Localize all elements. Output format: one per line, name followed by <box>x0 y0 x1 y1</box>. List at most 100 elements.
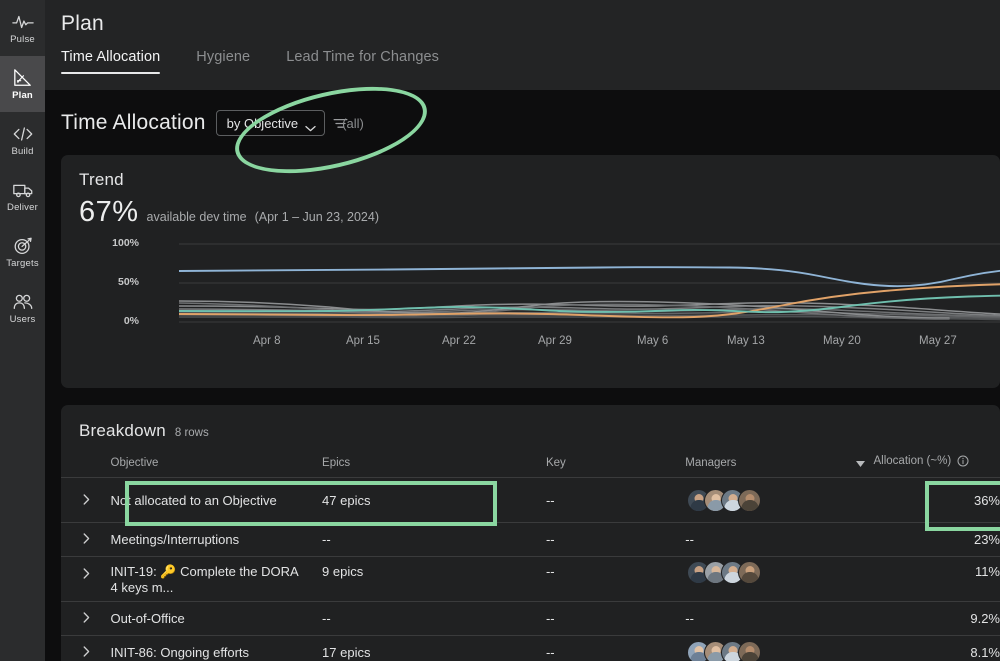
row-expander[interactable] <box>61 477 111 523</box>
sidebar-item-plan[interactable]: Plan <box>0 56 45 112</box>
cell-epics: 9 epics <box>322 556 546 602</box>
x-tick-2: Apr 22 <box>442 335 476 347</box>
cell-managers <box>685 635 856 661</box>
cell-managers <box>685 556 856 602</box>
avatar-group <box>685 561 855 584</box>
table-row[interactable]: INIT-86: Ongoing efforts 17 epics -- 8.1 <box>61 635 1000 661</box>
cell-objective: Out-of-Office <box>110 601 323 636</box>
sidebar-item-pulse[interactable]: Pulse <box>0 0 45 56</box>
y-tick-100: 100% <box>112 237 139 249</box>
sidebar-label-plan: Plan <box>12 89 33 101</box>
avatar <box>738 488 762 512</box>
trend-percent: 67% <box>79 196 139 228</box>
x-tick-6: May 20 <box>823 335 861 347</box>
table-header: Objective Epics Key Managers Allocation … <box>61 455 1000 478</box>
cell-key: -- <box>545 477 686 523</box>
trend-chart: 100% 50% 0% Apr 8 Apr 15 Apr 22 Apr 29 M… <box>61 237 1000 363</box>
x-tick-3: Apr 29 <box>538 335 572 347</box>
users-icon <box>12 292 34 312</box>
trend-subtitle: available dev time <box>146 210 247 224</box>
chevron-right-icon <box>83 493 90 505</box>
cell-epics: 17 epics <box>322 635 546 661</box>
sidebar-item-users[interactable]: Users <box>0 280 45 336</box>
info-icon[interactable] <box>957 455 969 467</box>
sidebar-label-users: Users <box>9 313 36 325</box>
cell-allocation: 23% <box>855 522 1000 557</box>
cell-allocation: 9.2% <box>855 601 1000 636</box>
table-row[interactable]: Meetings/Interruptions -- -- -- 23% <box>61 522 1000 557</box>
filter-control[interactable]: (all) <box>333 116 364 131</box>
table-row[interactable]: Out-of-Office -- -- -- 9.2% <box>61 601 1000 636</box>
page-header: Plan Time Allocation Hygiene Lead Time f… <box>45 0 1000 90</box>
grouping-select-value: by Objective <box>226 115 299 131</box>
cell-objective-line2: 4 keys m... <box>110 580 174 595</box>
cell-key: -- <box>545 601 686 636</box>
x-tick-0: Apr 8 <box>253 335 281 347</box>
cell-objective: INIT-86: Ongoing efforts <box>110 635 323 661</box>
chevron-right-icon <box>83 567 90 579</box>
sidebar-label-deliver: Deliver <box>7 201 38 213</box>
sidebar-item-deliver[interactable]: Deliver <box>0 168 45 224</box>
section-title: Time Allocation <box>61 111 206 134</box>
row-expander[interactable] <box>61 601 111 636</box>
cell-objective: Not allocated to an Objective <box>110 477 323 523</box>
avatar-group <box>685 488 855 512</box>
table-row[interactable]: Not allocated to an Objective 47 epics -… <box>61 477 1000 523</box>
trend-heading: Trend <box>79 170 124 189</box>
row-expander[interactable] <box>61 556 111 602</box>
app-root: Pulse Plan Build Deliver Targets Users P… <box>0 0 1000 661</box>
column-header-objective[interactable]: Objective <box>110 455 323 478</box>
target-icon <box>12 236 34 256</box>
cell-key: -- <box>545 522 686 557</box>
sidebar-label-build: Build <box>11 145 34 157</box>
cell-allocation: 8.1% <box>855 635 1000 661</box>
cell-epics: -- <box>322 601 546 636</box>
cell-objective-line1: INIT-19: 🔑 Complete the DORA <box>110 564 299 579</box>
row-expander[interactable] <box>61 635 111 661</box>
column-header-managers[interactable]: Managers <box>685 455 856 478</box>
tab-hygiene[interactable]: Hygiene <box>196 49 272 74</box>
chevron-right-icon <box>83 645 90 657</box>
breakdown-header: Breakdown 8 rows <box>61 405 1000 441</box>
trend-date-range: (Apr 1 – Jun 23, 2024) <box>254 210 379 224</box>
column-header-allocation-label: Allocation (~%) <box>873 455 952 467</box>
cell-allocation: 11% <box>855 556 1000 602</box>
y-tick-0: 0% <box>123 315 139 327</box>
sidebar-item-targets[interactable]: Targets <box>0 224 45 280</box>
breakdown-title: Breakdown <box>79 421 166 440</box>
tab-time-allocation[interactable]: Time Allocation <box>61 49 182 74</box>
page-title: Plan <box>61 12 104 35</box>
breakdown-table: Objective Epics Key Managers Allocation … <box>61 455 1000 661</box>
code-icon <box>12 124 34 144</box>
x-tick-4: May 6 <box>637 335 669 347</box>
x-tick-7: May 27 <box>919 335 957 347</box>
breakdown-panel: Breakdown 8 rows Objective Epics Key Man… <box>61 405 1000 661</box>
avatar <box>738 561 762 584</box>
sidebar-item-build[interactable]: Build <box>0 112 45 168</box>
cell-key: -- <box>545 556 686 602</box>
row-expander[interactable] <box>61 522 111 557</box>
tab-lead-time-for-changes[interactable]: Lead Time for Changes <box>286 49 461 74</box>
x-tick-1: Apr 15 <box>346 335 380 347</box>
table-row[interactable]: INIT-19: 🔑 Complete the DORA 4 keys m...… <box>61 556 1000 602</box>
column-header-allocation[interactable]: Allocation (~%) <box>855 455 1000 478</box>
cell-managers: -- <box>685 601 856 636</box>
column-header-expander <box>61 455 111 478</box>
y-tick-50: 50% <box>117 276 139 288</box>
filter-value-label: (all) <box>342 115 364 131</box>
grouping-select[interactable]: by Objective <box>215 110 326 136</box>
table-body: Not allocated to an Objective 47 epics -… <box>61 477 1000 661</box>
pulse-icon <box>11 12 34 32</box>
cell-allocation: 36% <box>855 477 1000 523</box>
tab-bar: Time Allocation Hygiene Lead Time for Ch… <box>61 49 1000 74</box>
column-header-epics[interactable]: Epics <box>322 455 546 478</box>
ruler-icon <box>12 68 34 88</box>
cell-epics: -- <box>322 522 546 557</box>
avatar-group <box>685 641 855 661</box>
view-toolbar: Time Allocation by Objective (all) <box>45 90 1000 156</box>
column-header-key[interactable]: Key <box>545 455 686 478</box>
cell-objective: Meetings/Interruptions <box>110 522 323 557</box>
cell-managers: -- <box>685 522 856 557</box>
trend-chart-svg <box>179 243 1000 323</box>
avatar <box>738 641 762 661</box>
